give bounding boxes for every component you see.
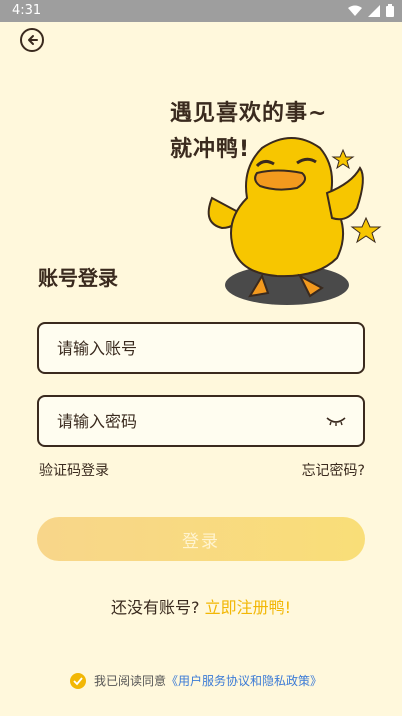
sms-login-link[interactable]: 验证码登录 [39,460,109,480]
signal-icon [368,4,380,17]
duck-mascot-illustration [207,137,382,305]
register-link[interactable]: 立即注册鸭! [205,598,291,617]
status-icons [348,4,394,17]
account-input[interactable] [55,337,347,359]
forgot-password-link[interactable]: 忘记密码? [302,460,365,480]
agreement-row: 我已阅读同意《用户服务协议和隐私政策》 [70,672,322,689]
star-icon [331,148,355,170]
back-arrow-icon [28,35,38,45]
back-button[interactable] [20,28,44,52]
policy-link[interactable]: 《用户服务协议和隐私政策》 [166,674,322,688]
check-icon [73,676,83,685]
agreement-text: 我已阅读同意 [94,674,167,688]
register-prompt: 还没有账号? [110,598,200,617]
login-button[interactable]: 登录 [37,517,365,561]
wifi-icon [348,5,362,16]
status-bar: 4:31 [0,0,402,22]
login-heading: 账号登录 [38,266,118,290]
register-row: 还没有账号? 立即注册鸭! [0,594,402,618]
agreement-checkbox[interactable] [70,672,86,689]
password-field[interactable] [37,395,365,447]
status-time: 4:31 [12,3,42,18]
password-input[interactable] [55,410,325,432]
login-options-row: 验证码登录 忘记密码? [39,460,365,480]
star-icon [350,216,382,244]
slogan-line-1: 遇见喜欢的事~ [170,101,328,126]
battery-icon [386,4,394,17]
account-field[interactable] [37,322,365,374]
eye-closed-icon[interactable] [325,414,347,428]
